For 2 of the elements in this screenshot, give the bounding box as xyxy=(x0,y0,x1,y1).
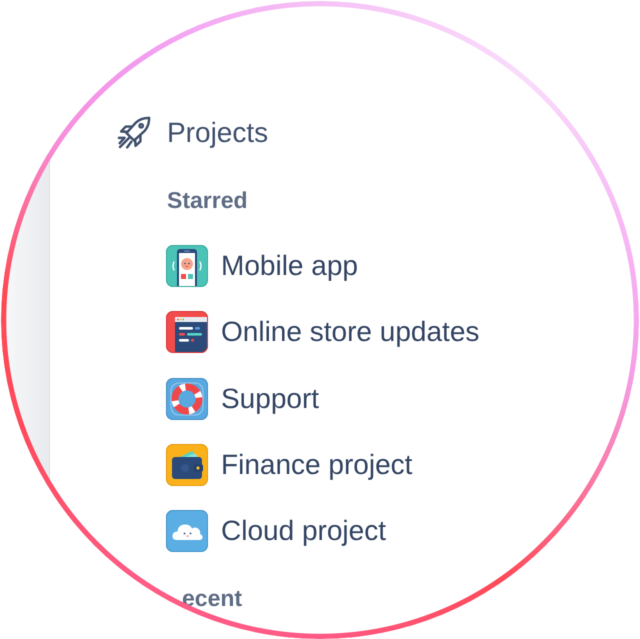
section-heading: Starred xyxy=(167,187,248,213)
section-heading: ecent xyxy=(182,585,242,612)
